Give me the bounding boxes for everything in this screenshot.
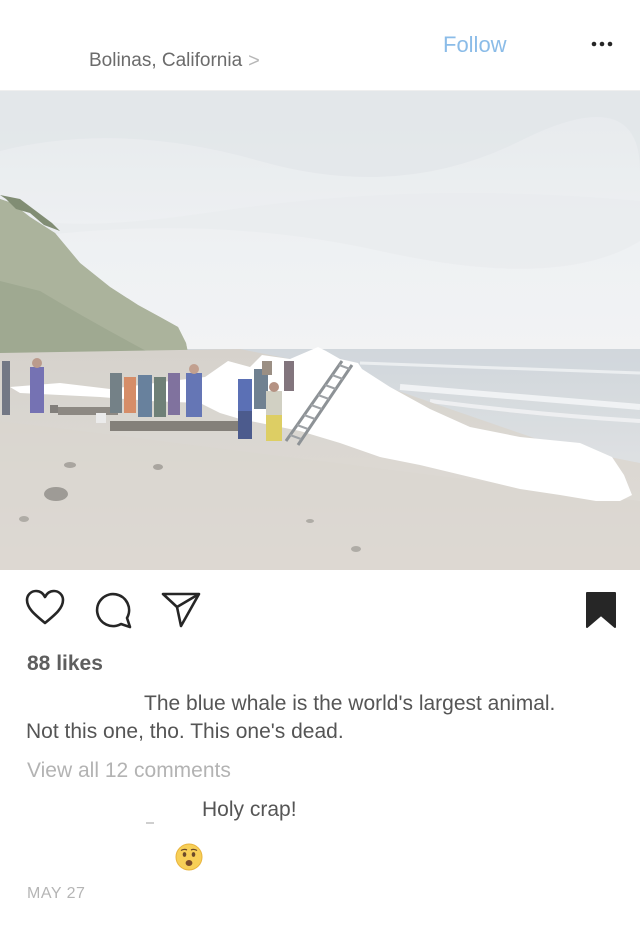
action-bar: [0, 588, 640, 636]
paper-plane-icon[interactable]: [160, 588, 202, 635]
post-photo[interactable]: [0, 91, 640, 570]
comment-text: Holy crap!: [202, 798, 297, 821]
post-header: Bolinas, California > Follow: [0, 0, 640, 91]
bookmark-filled-icon[interactable]: [585, 591, 617, 634]
view-comments-link[interactable]: View all 12 comments: [27, 759, 231, 783]
post-caption: The blue whale is the world's largest an…: [26, 692, 556, 743]
post-date: MAY 27: [27, 885, 86, 902]
location-label: Bolinas, California: [89, 50, 243, 71]
more-options-icon[interactable]: [590, 36, 614, 52]
likes-count[interactable]: 88 likes: [27, 652, 103, 676]
heart-outline-icon[interactable]: [24, 588, 66, 633]
chevron-right-icon: >: [248, 50, 260, 72]
follow-button[interactable]: Follow: [443, 32, 507, 58]
speech-bubble-icon[interactable]: [93, 588, 133, 635]
avatar[interactable]: [24, 34, 68, 78]
location-link[interactable]: Bolinas, California >: [89, 50, 260, 72]
comment-username-remnant: [146, 822, 154, 824]
anxious-face-emoji: [175, 843, 203, 871]
